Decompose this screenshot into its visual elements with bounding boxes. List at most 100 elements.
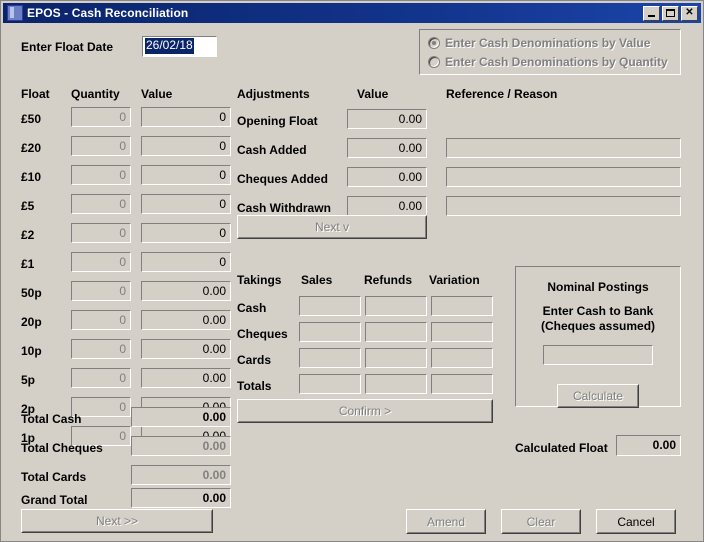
total-cash-field: 0.00 bbox=[131, 407, 231, 427]
total-cash-value: 0.00 bbox=[202, 409, 226, 424]
calculate-button[interactable]: Calculate bbox=[557, 384, 639, 408]
cash-withdrawn-input[interactable]: 0.00 bbox=[347, 196, 427, 216]
float-quantity-value: 0 bbox=[119, 225, 126, 240]
opening-float-value: 0.00 bbox=[398, 111, 422, 126]
takings-cheques-variation[interactable] bbox=[431, 322, 493, 342]
float-row-value[interactable]: 0 bbox=[141, 165, 231, 185]
float-row-quantity[interactable]: 0 bbox=[71, 194, 131, 214]
nominal-postings-title: Nominal Postings bbox=[547, 280, 649, 294]
float-date-input[interactable]: 26/02/18 bbox=[142, 36, 217, 57]
cheques-added-reference-input[interactable] bbox=[446, 167, 681, 187]
total-cheques-value: 0.00 bbox=[202, 438, 226, 453]
float-row-quantity[interactable]: 0 bbox=[71, 165, 131, 185]
float-row-label: £50 bbox=[21, 112, 42, 126]
float-row-quantity[interactable]: 0 bbox=[71, 136, 131, 156]
float-date-value: 26/02/18 bbox=[145, 38, 194, 54]
total-cheques-field: 0.00 bbox=[131, 436, 231, 456]
float-value-value: 0 bbox=[219, 167, 226, 182]
float-value-value: 0.00 bbox=[202, 312, 226, 327]
cash-withdrawn-value: 0.00 bbox=[398, 198, 422, 213]
opening-float-input[interactable]: 0.00 bbox=[347, 109, 427, 129]
cash-to-bank-input[interactable] bbox=[543, 345, 653, 365]
takings-header: Takings bbox=[237, 273, 282, 287]
takings-cards-refunds[interactable] bbox=[365, 348, 427, 368]
takings-row-label: Cards bbox=[237, 353, 272, 367]
float-row-quantity[interactable]: 0 bbox=[71, 107, 131, 127]
reference-reason-header: Reference / Reason bbox=[446, 87, 558, 101]
takings-sales-header: Sales bbox=[301, 273, 333, 287]
float-row-label: £1 bbox=[21, 257, 35, 271]
total-cards-value: 0.00 bbox=[202, 467, 226, 482]
radio-by-value[interactable]: Enter Cash Denominations by Value bbox=[428, 36, 650, 50]
cash-added-value: 0.00 bbox=[398, 140, 422, 155]
float-quantity-value: 0 bbox=[119, 109, 126, 124]
float-row-value[interactable]: 0 bbox=[141, 107, 231, 127]
float-row-value[interactable]: 0 bbox=[141, 252, 231, 272]
float-row-quantity[interactable]: 0 bbox=[71, 368, 131, 388]
takings-row-label: Cash bbox=[237, 301, 267, 315]
window-icon bbox=[7, 5, 23, 21]
maximize-button[interactable] bbox=[662, 5, 679, 21]
float-row-value[interactable]: 0.00 bbox=[141, 368, 231, 388]
float-row-value[interactable]: 0 bbox=[141, 136, 231, 156]
float-quantity-value: 0 bbox=[119, 196, 126, 211]
confirm-button[interactable]: Confirm > bbox=[237, 399, 493, 423]
radio-by-quantity[interactable]: Enter Cash Denominations by Quantity bbox=[428, 55, 668, 69]
takings-cards-sales[interactable] bbox=[299, 348, 361, 368]
float-row-label: £2 bbox=[21, 228, 35, 242]
window-title: EPOS - Cash Reconciliation bbox=[27, 6, 189, 20]
float-date-label: Enter Float Date bbox=[21, 40, 114, 54]
grand-total-label: Grand Total bbox=[21, 493, 88, 507]
cash-withdrawn-reference-input[interactable] bbox=[446, 196, 681, 216]
radio-by-quantity-label: Enter Cash Denominations by Quantity bbox=[445, 55, 668, 69]
float-value-value: 0.00 bbox=[202, 341, 226, 356]
title-bar: EPOS - Cash Reconciliation ✕ bbox=[3, 3, 701, 23]
close-icon: ✕ bbox=[685, 7, 694, 18]
cancel-button[interactable]: Cancel bbox=[596, 509, 676, 534]
float-value-value: 0 bbox=[219, 254, 226, 269]
clear-button[interactable]: Clear bbox=[501, 509, 581, 534]
cheques-added-value: 0.00 bbox=[398, 169, 422, 184]
float-value-value: 0 bbox=[219, 225, 226, 240]
float-row-quantity[interactable]: 0 bbox=[71, 339, 131, 359]
takings-cheques-refunds[interactable] bbox=[365, 322, 427, 342]
cheques-added-input[interactable]: 0.00 bbox=[347, 167, 427, 187]
float-row-value[interactable]: 0.00 bbox=[141, 281, 231, 301]
float-row-quantity[interactable]: 0 bbox=[71, 310, 131, 330]
float-row-quantity[interactable]: 0 bbox=[71, 223, 131, 243]
float-next-button[interactable]: Next >> bbox=[21, 509, 213, 533]
takings-totals-variation bbox=[431, 374, 493, 394]
float-row-label: £5 bbox=[21, 199, 35, 213]
float-quantity-value: 0 bbox=[119, 283, 126, 298]
float-header-denomination: Float bbox=[21, 87, 50, 101]
adjustments-next-button[interactable]: Next v bbox=[237, 215, 427, 239]
takings-cash-sales[interactable] bbox=[299, 296, 361, 316]
float-quantity-value: 0 bbox=[119, 167, 126, 182]
calculated-float-field: 0.00 bbox=[616, 435, 681, 456]
float-row-value[interactable]: 0.00 bbox=[141, 339, 231, 359]
takings-cash-variation[interactable] bbox=[431, 296, 493, 316]
float-row-quantity[interactable]: 0 bbox=[71, 252, 131, 272]
amend-button[interactable]: Amend bbox=[406, 509, 486, 534]
takings-cards-variation[interactable] bbox=[431, 348, 493, 368]
float-row-value[interactable]: 0.00 bbox=[141, 310, 231, 330]
float-value-value: 0 bbox=[219, 138, 226, 153]
float-row-value[interactable]: 0 bbox=[141, 223, 231, 243]
float-quantity-value: 0 bbox=[119, 399, 126, 414]
float-quantity-value: 0 bbox=[119, 138, 126, 153]
cash-added-input[interactable]: 0.00 bbox=[347, 138, 427, 158]
cash-withdrawn-label: Cash Withdrawn bbox=[237, 201, 331, 215]
cheques-added-label: Cheques Added bbox=[237, 172, 328, 186]
float-quantity-value: 0 bbox=[119, 370, 126, 385]
float-row-quantity[interactable]: 0 bbox=[71, 281, 131, 301]
minimize-button[interactable] bbox=[643, 5, 660, 21]
total-cards-field: 0.00 bbox=[131, 465, 231, 485]
takings-cash-refunds[interactable] bbox=[365, 296, 427, 316]
float-value-value: 0.00 bbox=[202, 283, 226, 298]
close-button[interactable]: ✕ bbox=[681, 5, 698, 21]
float-row-value[interactable]: 0 bbox=[141, 194, 231, 214]
takings-row-label: Cheques bbox=[237, 327, 288, 341]
cash-added-reference-input[interactable] bbox=[446, 138, 681, 158]
total-cards-label: Total Cards bbox=[21, 470, 87, 484]
takings-cheques-sales[interactable] bbox=[299, 322, 361, 342]
